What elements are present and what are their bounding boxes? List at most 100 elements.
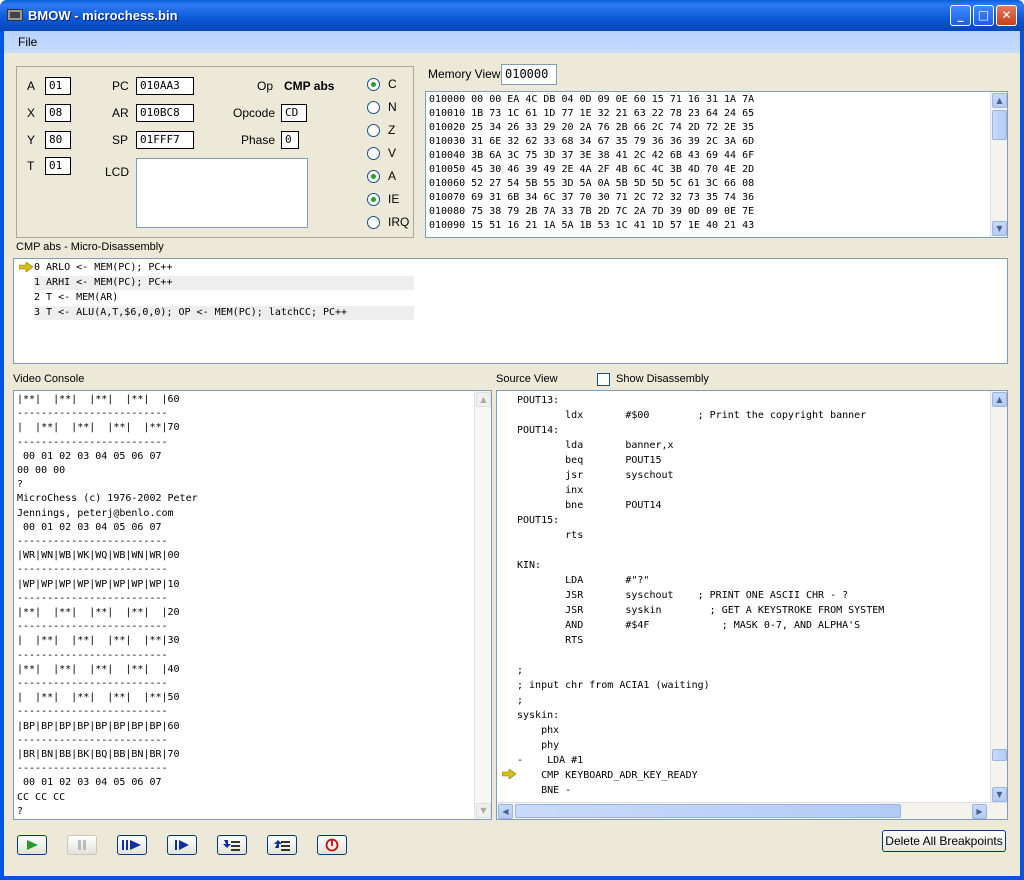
menu-bar: File xyxy=(4,31,1020,53)
scroll-up-icon[interactable]: ▲ xyxy=(476,392,491,407)
micro-disasm-label: CMP abs - Micro-Disassembly xyxy=(16,241,164,253)
register-panel: A 01 X 08 Y 80 T 01 PC 010AA3 AR 010BC8 … xyxy=(16,66,414,238)
lcd-display xyxy=(136,158,308,228)
client-area: File A 01 X 08 Y 80 T 01 PC 010AA3 AR 01… xyxy=(4,31,1020,876)
flag-n-label: N xyxy=(388,100,397,114)
opcode-label: Opcode xyxy=(233,106,276,120)
chip-icon xyxy=(7,9,23,21)
step-over-button[interactable] xyxy=(117,835,147,855)
micro-disasm-view[interactable]: 0 ARLO <- MEM(PC); PC++ 1 ARHI <- MEM(PC… xyxy=(13,258,1008,364)
close-button[interactable]: ✕ xyxy=(996,5,1017,26)
power-icon xyxy=(325,838,339,852)
reg-x-label: X xyxy=(27,106,36,120)
micro-line[interactable]: 2 T <- MEM(AR) xyxy=(34,291,414,305)
flag-irq-radio[interactable] xyxy=(367,216,380,229)
reg-ar-field[interactable]: 010BC8 xyxy=(136,104,194,122)
flag-n-radio[interactable] xyxy=(367,101,380,114)
memory-row: 010060 52 27 54 5B 55 3D 5A 0A 5B 5D 5D … xyxy=(429,178,755,189)
show-disassembly-checkbox[interactable] xyxy=(597,373,610,386)
step-icon xyxy=(175,840,189,850)
show-disassembly-label: Show Disassembly xyxy=(616,373,709,385)
reg-a-label: A xyxy=(27,79,36,93)
opcode-field[interactable]: CD xyxy=(281,104,307,122)
step-into-icon xyxy=(223,840,240,851)
reg-a-field[interactable]: 01 xyxy=(45,77,71,95)
scroll-up-icon[interactable]: ▲ xyxy=(992,93,1007,108)
micro-line[interactable]: 1 ARHI <- MEM(PC); PC++ xyxy=(34,276,414,290)
scroll-thumb[interactable] xyxy=(992,110,1007,140)
step-out-icon xyxy=(274,840,290,851)
scroll-up-icon[interactable]: ▲ xyxy=(992,392,1007,407)
flag-c-label: C xyxy=(388,77,397,91)
delete-all-breakpoints-button[interactable]: Delete All Breakpoints xyxy=(882,830,1006,852)
reg-sp-field[interactable]: 01FFF7 xyxy=(136,131,194,149)
memory-view-label: Memory View xyxy=(428,67,501,81)
step-into-button[interactable] xyxy=(217,835,247,855)
phase-label: Phase xyxy=(241,133,276,147)
flag-z-radio[interactable] xyxy=(367,124,380,137)
reg-pc-field[interactable]: 010AA3 xyxy=(136,77,194,95)
pause-button[interactable] xyxy=(67,835,97,855)
micro-line[interactable]: 3 T <- ALU(A,T,$6,0,0); OP <- MEM(PC); l… xyxy=(34,306,414,320)
op-value: CMP abs xyxy=(284,79,335,93)
micro-line[interactable]: 0 ARLO <- MEM(PC); PC++ xyxy=(34,261,414,275)
run-button[interactable] xyxy=(17,835,47,855)
reg-pc-label: PC xyxy=(112,79,129,93)
app-window: BMOW - microchess.bin _ □ ✕ File A 01 X … xyxy=(0,0,1024,880)
memory-row: 010080 75 38 79 2B 7A 33 7B 2D 7C 2A 7D … xyxy=(429,206,755,217)
step-button[interactable] xyxy=(167,835,197,855)
memory-dump: 010000 00 00 EA 4C DB 04 0D 09 0E 60 15 … xyxy=(429,93,754,233)
source-hscrollbar[interactable]: ◀ ▶ xyxy=(497,802,1007,819)
reset-button[interactable] xyxy=(317,835,347,855)
console-scrollbar[interactable]: ▲ ▼ xyxy=(474,391,491,819)
memory-row: 010070 69 31 6B 34 6C 37 70 30 71 2C 72 … xyxy=(429,192,755,203)
scroll-thumb[interactable] xyxy=(992,749,1007,761)
memory-row: 010000 00 00 EA 4C DB 04 0D 09 0E 60 15 … xyxy=(429,94,755,105)
memory-row: 010010 1B 73 1C 61 1D 77 1E 32 21 63 22 … xyxy=(429,108,755,119)
flag-z-label: Z xyxy=(388,123,396,137)
console-output: |**| |**| |**| |**| |60 ----------------… xyxy=(17,394,198,817)
window-title: BMOW - microchess.bin xyxy=(28,8,178,23)
video-console[interactable]: |**| |**| |**| |**| |60 ----------------… xyxy=(13,390,492,820)
phase-field[interactable]: 0 xyxy=(281,131,299,149)
step-out-button[interactable] xyxy=(267,835,297,855)
current-line-arrow-icon xyxy=(502,769,516,779)
video-console-label: Video Console xyxy=(13,373,85,385)
memory-row: 010090 15 51 16 21 1A 5A 1B 53 1C 41 1D … xyxy=(429,220,755,231)
flag-ie-label: IE xyxy=(388,192,400,206)
reg-x-field[interactable]: 08 xyxy=(45,104,71,122)
flag-a-radio[interactable] xyxy=(367,170,380,183)
scroll-down-icon[interactable]: ▼ xyxy=(992,787,1007,802)
maximize-button[interactable]: □ xyxy=(973,5,994,26)
pause-icon xyxy=(78,840,86,850)
current-step-arrow-icon xyxy=(19,262,33,272)
title-bar[interactable]: BMOW - microchess.bin _ □ ✕ xyxy=(0,0,1024,31)
menu-file[interactable]: File xyxy=(18,35,37,49)
source-view[interactable]: POUT13: ldx #$00 ; Print the copyright b… xyxy=(496,390,1008,820)
flag-c-radio[interactable] xyxy=(367,78,380,91)
memory-row: 010050 45 30 46 39 49 2E 4A 2F 4B 6C 4C … xyxy=(429,164,755,175)
scroll-down-icon[interactable]: ▼ xyxy=(476,803,491,818)
scroll-right-icon[interactable]: ▶ xyxy=(972,804,987,819)
play-icon xyxy=(27,840,38,850)
scroll-down-icon[interactable]: ▼ xyxy=(992,221,1007,236)
memory-row: 010030 31 6E 32 62 33 68 34 67 35 79 36 … xyxy=(429,136,755,147)
step-over-icon xyxy=(122,840,141,850)
memory-view[interactable]: 010000 00 00 EA 4C DB 04 0D 09 0E 60 15 … xyxy=(425,91,1008,238)
flag-irq-label: IRQ xyxy=(388,215,410,229)
reg-y-field[interactable]: 80 xyxy=(45,131,71,149)
source-vscrollbar[interactable]: ▲ ▼ xyxy=(990,391,1007,803)
scroll-left-icon[interactable]: ◀ xyxy=(498,804,513,819)
reg-ar-label: AR xyxy=(112,106,129,120)
reg-t-label: T xyxy=(27,159,35,173)
memory-row: 010020 25 34 26 33 29 20 2A 76 2B 66 2C … xyxy=(429,122,755,133)
memory-address-input[interactable]: 010000 xyxy=(501,64,557,85)
minimize-button[interactable]: _ xyxy=(950,5,971,26)
source-code: POUT13: ldx #$00 ; Print the copyright b… xyxy=(517,395,885,801)
hscroll-thumb[interactable] xyxy=(515,804,901,818)
memory-row: 010040 3B 6A 3C 75 3D 37 3E 38 41 2C 42 … xyxy=(429,150,755,161)
reg-t-field[interactable]: 01 xyxy=(45,157,71,175)
flag-v-radio[interactable] xyxy=(367,147,380,160)
memory-scrollbar[interactable]: ▲ ▼ xyxy=(990,92,1007,237)
flag-ie-radio[interactable] xyxy=(367,193,380,206)
